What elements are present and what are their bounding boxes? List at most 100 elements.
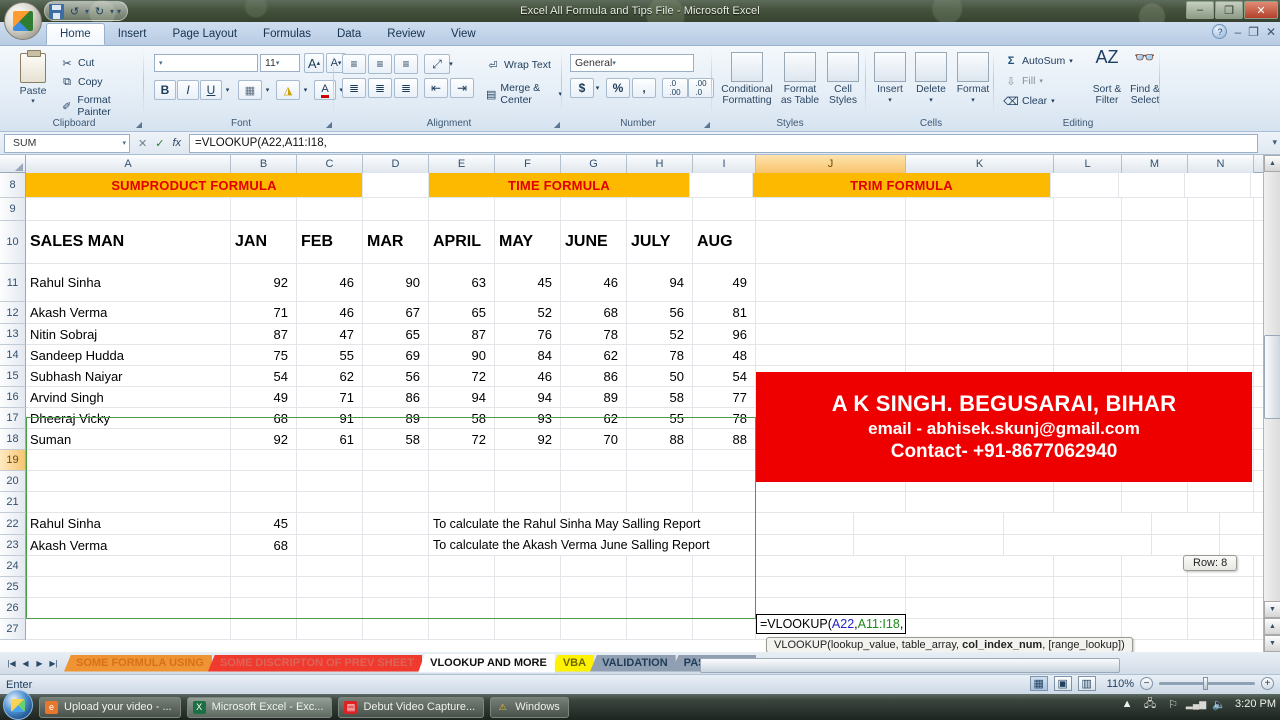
- cell-C24[interactable]: [297, 556, 363, 576]
- cell-F20[interactable]: [495, 471, 561, 491]
- quick-access-toolbar[interactable]: ↺ ▾ ↻ ▾ ▾: [44, 1, 129, 21]
- cell-D16[interactable]: 86: [363, 387, 429, 407]
- cell-G11[interactable]: 46: [561, 264, 627, 301]
- borders-button[interactable]: ▦: [238, 80, 262, 100]
- cell-A13[interactable]: Nitin Sobraj: [26, 324, 231, 344]
- cell-G12[interactable]: 68: [561, 302, 627, 323]
- cell-E25[interactable]: [429, 577, 495, 597]
- cell-B14[interactable]: 75: [231, 345, 297, 365]
- row-headers[interactable]: 8 9 10 11 12 13 14 15 16 17 18 19 20 21 …: [0, 173, 26, 640]
- cell-A10[interactable]: SALES MAN: [26, 221, 231, 263]
- cell-D20[interactable]: [363, 471, 429, 491]
- cell-N9[interactable]: [1188, 198, 1254, 220]
- cell-A15[interactable]: Subhash Naiyar: [26, 366, 231, 386]
- clear-button[interactable]: ⌫ Clear ▾: [1003, 94, 1054, 108]
- horizontal-scroll-thumb[interactable]: [700, 658, 1120, 673]
- column-header-H[interactable]: H: [627, 155, 693, 173]
- row-header-27[interactable]: 27: [0, 619, 26, 640]
- cancel-icon[interactable]: ✕: [138, 137, 147, 150]
- format-as-table-button[interactable]: Format as Table: [776, 52, 824, 106]
- sheet-tab-vba[interactable]: VBA: [550, 654, 595, 672]
- cell-H11[interactable]: 94: [627, 264, 693, 301]
- cell-E18[interactable]: 72: [429, 429, 495, 449]
- column-header-I[interactable]: I: [693, 155, 756, 173]
- taskbar-button-excel[interactable]: X Microsoft Excel - Exc...: [186, 696, 333, 718]
- cell-H20[interactable]: [627, 471, 693, 491]
- cell-D10[interactable]: MAR: [363, 221, 429, 263]
- signal-icon[interactable]: ▂▄▆: [1186, 697, 1206, 711]
- insert-dropdown-icon[interactable]: ▾: [870, 95, 910, 106]
- cell-A17[interactable]: Dheeraj Vicky: [26, 408, 231, 428]
- cell-B15[interactable]: 54: [231, 366, 297, 386]
- sort-filter-button[interactable]: A​Z Sort & Filter: [1086, 48, 1128, 106]
- cell-B26[interactable]: [231, 598, 297, 618]
- cell-D17[interactable]: 89: [363, 408, 429, 428]
- cell-A22[interactable]: Rahul Sinha: [26, 513, 231, 534]
- cell-K21[interactable]: [906, 492, 1054, 512]
- cell-F16[interactable]: 94: [495, 387, 561, 407]
- tab-data[interactable]: Data: [324, 23, 374, 45]
- cell-N8[interactable]: [1185, 173, 1251, 197]
- cell-N14[interactable]: [1188, 345, 1254, 365]
- cell-A27[interactable]: [26, 619, 231, 639]
- cell-J22[interactable]: [854, 513, 1004, 534]
- percent-button[interactable]: %: [606, 78, 630, 98]
- redo-icon[interactable]: ↻: [92, 4, 107, 19]
- table-row[interactable]: Akash Verma 68 To calculate the Akash Ve…: [26, 535, 1280, 556]
- table-row[interactable]: SUMPRODUCT FORMULA TIME FORMULA TRIM FOR…: [26, 173, 1280, 198]
- cell-K14[interactable]: [906, 345, 1054, 365]
- cell-J13[interactable]: [756, 324, 906, 344]
- tab-view[interactable]: View: [438, 23, 489, 45]
- show-hidden-icons[interactable]: ▲: [1120, 697, 1134, 711]
- cell-N12[interactable]: [1188, 302, 1254, 323]
- cell-C18[interactable]: 61: [297, 429, 363, 449]
- table-row[interactable]: [26, 492, 1280, 513]
- insert-cells-button[interactable]: Insert ▾: [870, 52, 910, 106]
- cell-F10[interactable]: MAY: [495, 221, 561, 263]
- cell-H17[interactable]: 55: [627, 408, 693, 428]
- zoom-out-button[interactable]: −: [1140, 677, 1153, 690]
- increase-font-size-icon[interactable]: A ▴: [304, 53, 324, 73]
- cell-E19[interactable]: [429, 450, 495, 470]
- align-center-icon[interactable]: ≣: [368, 78, 392, 98]
- column-header-D[interactable]: D: [363, 155, 429, 173]
- cell-B25[interactable]: [231, 577, 297, 597]
- cell-C25[interactable]: [297, 577, 363, 597]
- table-row[interactable]: SALES MAN JAN FEB MAR APRIL MAY JUNE JUL…: [26, 221, 1280, 264]
- cell-A16[interactable]: Arvind Singh: [26, 387, 231, 407]
- cell-C27[interactable]: [297, 619, 363, 639]
- cell-G14[interactable]: 62: [561, 345, 627, 365]
- cell-E15[interactable]: 72: [429, 366, 495, 386]
- cell-M12[interactable]: [1122, 302, 1188, 323]
- cell-I8[interactable]: [690, 173, 753, 197]
- ribbon-window-controls[interactable]: ? – ❐ ✕: [1212, 24, 1276, 39]
- cell-E24[interactable]: [429, 556, 495, 576]
- cell-J24[interactable]: [756, 556, 906, 576]
- cell-G21[interactable]: [561, 492, 627, 512]
- cell-G10[interactable]: JUNE: [561, 221, 627, 263]
- cell-L9[interactable]: [1054, 198, 1122, 220]
- cell-K13[interactable]: [906, 324, 1054, 344]
- tab-insert[interactable]: Insert: [105, 23, 160, 45]
- cell-H15[interactable]: 50: [627, 366, 693, 386]
- cell-H26[interactable]: [627, 598, 693, 618]
- cell-K25[interactable]: [906, 577, 1054, 597]
- cell-M25[interactable]: [1122, 577, 1188, 597]
- clipboard-dialog-launcher-icon[interactable]: ◢: [136, 120, 142, 129]
- comma-style-button[interactable]: ,: [632, 78, 656, 98]
- previous-page-icon[interactable]: ▲: [1264, 618, 1280, 635]
- borders-dropdown-icon[interactable]: ▾: [262, 80, 273, 100]
- align-right-icon[interactable]: ≣: [394, 78, 418, 98]
- row-header-15[interactable]: 15: [0, 366, 26, 387]
- page-break-view-icon[interactable]: ▥: [1077, 676, 1096, 691]
- number-format-dropdown-icon[interactable]: ▾: [612, 59, 616, 67]
- save-icon[interactable]: [49, 3, 64, 19]
- cell-A19[interactable]: [26, 450, 231, 470]
- cell-C11[interactable]: 46: [297, 264, 363, 301]
- delete-cells-button[interactable]: Delete ▾: [910, 52, 952, 106]
- cell-C9[interactable]: [297, 198, 363, 220]
- cell-D9[interactable]: [363, 198, 429, 220]
- cell-B20[interactable]: [231, 471, 297, 491]
- name-box[interactable]: SUM ▾: [4, 133, 130, 153]
- cell-E13[interactable]: 87: [429, 324, 495, 344]
